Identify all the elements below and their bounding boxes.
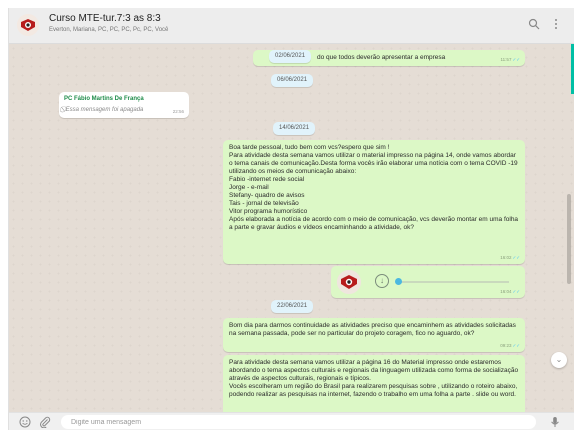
deleted-text: Essa mensagem foi apagada xyxy=(65,107,144,113)
audio-message[interactable]: ↓ 16:04✓✓ xyxy=(331,266,525,298)
message-meta: 09:23✓✓ xyxy=(500,342,520,350)
audio-progress-handle[interactable] xyxy=(395,278,402,285)
scrollbar[interactable] xyxy=(567,194,571,284)
sender-name: PC Fábio Martins De França xyxy=(64,96,144,102)
double-check-icon: ✓✓ xyxy=(512,289,520,294)
double-check-icon: ✓✓ xyxy=(512,343,520,348)
message-outgoing[interactable]: Bom dia para darmos continuidade as ativ… xyxy=(223,318,525,352)
message-time: 16:02 xyxy=(500,255,512,260)
download-audio-icon[interactable]: ↓ xyxy=(375,274,389,288)
search-icon[interactable] xyxy=(527,18,541,32)
chevron-down-icon[interactable]: ⌄ xyxy=(551,352,567,368)
message-outgoing[interactable]: Para atividade desta semana vamos utiliz… xyxy=(223,355,525,412)
date-chip: 02/06/2021 xyxy=(269,50,312,63)
message-meta: 11:57✓✓ xyxy=(501,56,520,64)
deleted-notice: ⃠ Essa mensagem foi apagada xyxy=(64,106,184,114)
group-logo-icon xyxy=(17,14,39,36)
accent-edge xyxy=(571,44,574,94)
double-check-icon: ✓✓ xyxy=(512,255,520,260)
message-meta: 16:02✓✓ xyxy=(500,254,520,262)
paperclip-icon[interactable] xyxy=(39,416,51,429)
message-time: 16:04 xyxy=(500,289,512,294)
emoji-icon[interactable] xyxy=(19,416,31,428)
message-input[interactable] xyxy=(61,415,536,429)
chat-header[interactable]: Curso MTE-tur.7:3 as 8:3 Everton, Marian… xyxy=(9,8,574,44)
message-time: 22:56 xyxy=(172,109,184,114)
message-text: Bom dia para darmos continuidade as ativ… xyxy=(229,322,516,337)
compose-bar xyxy=(9,412,574,430)
sender-logo-icon xyxy=(337,270,361,294)
date-chip: 14/06/2021 xyxy=(273,122,316,135)
message-text: Boa tarde pessoal, tudo bem com vcs?espe… xyxy=(229,144,519,231)
microphone-icon[interactable] xyxy=(549,416,561,428)
audio-sender-avatar xyxy=(337,270,361,294)
chat-participants: Everton, Mariana, PC, PC, PC, Pc, PC, Vo… xyxy=(49,27,169,33)
group-avatar[interactable] xyxy=(17,14,39,36)
audio-progress-track[interactable] xyxy=(397,281,509,283)
double-check-icon: ✓✓ xyxy=(512,57,520,62)
message-text: Para atividade desta semana vamos utiliz… xyxy=(229,359,519,398)
message-time: 09:23 xyxy=(500,343,512,348)
message-outgoing[interactable]: Boa tarde pessoal, tudo bem com vcs?espe… xyxy=(223,140,525,264)
date-chip: 22/06/2021 xyxy=(271,300,314,313)
message-meta: 16:04✓✓ xyxy=(500,288,520,296)
message-incoming-deleted[interactable]: PC Fábio Martins De França ⃠ Essa mensag… xyxy=(59,92,189,118)
chat-title: Curso MTE-tur.7:3 as 8:3 xyxy=(49,13,161,24)
message-text: do que todos deverão apresentar a empres… xyxy=(317,54,446,61)
more-vertical-icon[interactable] xyxy=(549,18,563,32)
whatsapp-window: Curso MTE-tur.7:3 as 8:3 Everton, Marian… xyxy=(8,8,574,430)
message-list[interactable]: do que todos deverão apresentar a empres… xyxy=(9,44,574,412)
message-time: 11:57 xyxy=(500,57,512,62)
date-chip: 06/06/2021 xyxy=(271,74,314,87)
